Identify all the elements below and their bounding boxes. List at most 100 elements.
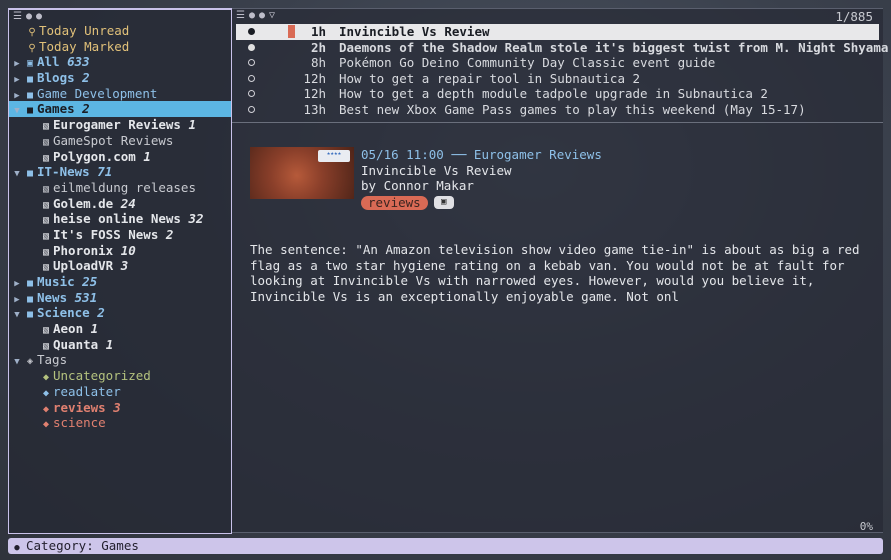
tree-item-label: Blogs	[37, 70, 75, 86]
article-row[interactable]: 13h Best new Xbox Game Pass games to play…	[236, 102, 879, 118]
status-text: Category: Games	[26, 538, 139, 553]
tree-item-label: Tags	[37, 352, 68, 368]
unread-count: 2	[165, 226, 174, 242]
article-meta: 05/16 11:00 ── Eurogamer Reviews Invinci…	[361, 147, 602, 211]
menu-icon[interactable]: ☰	[236, 10, 249, 21]
scroll-percent: 0%	[859, 520, 873, 533]
article-thumbnail: ★★★★	[250, 147, 354, 199]
tree-item-it-news[interactable]: ▼ ■ IT-News 71	[9, 164, 231, 180]
tree-item-tags[interactable]: ▼ ◈ Tags	[9, 352, 231, 368]
dot-icon: ●	[259, 10, 270, 21]
tree-item-label: Games	[37, 101, 75, 117]
article-row-title: Invincible Vs Review	[339, 24, 490, 39]
article-age: 2h	[310, 39, 326, 55]
feed-tree-pane[interactable]: ☰●● ⚲ Today Unread ⚲ Today Marked ▶ ▣ All 633 ▶…	[8, 8, 232, 534]
tree-item-label: Game Development	[37, 85, 158, 101]
tree-item-label: UploadVR	[53, 258, 114, 274]
unread-count: 25	[82, 274, 98, 289]
tag-icon: ◆	[42, 419, 50, 431]
article-counter: 1/885	[835, 9, 873, 24]
unread-count: 2	[82, 101, 90, 117]
tree-item-eilmeldung-releases[interactable]: ▧ eilmeldung releases	[9, 180, 231, 196]
tree-item-news[interactable]: ▶ ■ News 531	[9, 290, 231, 306]
tree-item-uploadvr[interactable]: ▧ UploadVR 3	[9, 258, 231, 274]
unread-count: 3	[120, 258, 129, 274]
menu-icon[interactable]: ☰	[13, 11, 26, 22]
tree-item-label: It's FOSS News	[53, 226, 159, 242]
tree-item-label: News	[37, 289, 68, 305]
tree-item-science[interactable]: ▼ ■ Science 2	[9, 305, 231, 321]
read-circle-icon	[248, 90, 255, 98]
article-row[interactable]: 8h Pokémon Go Deino Community Day Classic…	[236, 55, 879, 71]
article-title: Invincible Vs Review	[361, 162, 512, 178]
status-bar: ● Category: Games	[8, 538, 883, 554]
tree-item-gamespot-reviews[interactable]: ▧ GameSpot Reviews	[9, 133, 231, 149]
rating-badge: ★★★★	[318, 150, 350, 162]
tree-item-label: Phoronix	[53, 242, 114, 258]
tree-item-label: Music	[37, 274, 75, 289]
unread-count: 633	[67, 54, 90, 70]
tree-item-aeon[interactable]: ▧ Aeon 1	[9, 321, 231, 337]
article-feed[interactable]: Eurogamer Reviews	[474, 147, 602, 162]
unread-count: 32	[188, 211, 204, 227]
tree-item-label: Today Unread	[39, 23, 130, 38]
tree-item-today-marked[interactable]: ⚲ Today Marked	[9, 39, 231, 55]
unread-count: 10	[120, 242, 136, 258]
tree-item-polygon[interactable]: ▧ Polygon.com 1	[9, 149, 231, 165]
image-icon[interactable]: ▣	[433, 196, 454, 210]
tree-item-quanta[interactable]: ▧ Quanta 1	[9, 337, 231, 353]
marked-flag-icon	[288, 25, 295, 38]
article-row[interactable]: 1h Invincible Vs Review	[236, 24, 879, 40]
article-body: The sentence: "An Amazon television show…	[250, 242, 860, 305]
article-author: by Connor Makar	[361, 178, 474, 194]
tree-item-tag-uncategorized[interactable]: ◆ Uncategorized	[9, 368, 231, 384]
tree-item-music[interactable]: ▶ ■ Music 25	[9, 274, 231, 290]
tree-item-game-development[interactable]: ▶ ■ Game Development	[9, 86, 231, 102]
article-row[interactable]: 12h How to get a depth module tadpole upg…	[236, 86, 879, 102]
tree-item-tag-science[interactable]: ◆ science	[9, 415, 231, 431]
unread-count: 71	[97, 164, 113, 180]
tree-item-label: Science	[37, 305, 90, 321]
tree-item-tag-readlater[interactable]: ◆ readlater	[9, 384, 231, 400]
tree-item-its-foss[interactable]: ▧ It's FOSS News 2	[9, 227, 231, 243]
article-date: 05/16 11:00	[361, 147, 444, 162]
article-row-title: Best new Xbox Game Pass games to play th…	[339, 101, 806, 117]
tree-item-games[interactable]: ▼ ■ Games 2	[9, 101, 231, 118]
tree-item-tag-reviews[interactable]: ◆ reviews 3	[9, 400, 231, 416]
article-row-title: Pokémon Go Deino Community Day Classic e…	[339, 55, 716, 71]
tree-item-heise[interactable]: ▧ heise online News 32	[9, 211, 231, 227]
article-age: 8h	[310, 55, 326, 71]
tree-item-label: GameSpot Reviews	[53, 132, 174, 148]
tree-item-blogs[interactable]: ▶ ■ Blogs 2	[9, 70, 231, 86]
unread-count: 1	[143, 148, 151, 164]
tree-item-label: Aeon	[53, 321, 84, 337]
dot-icon: ●	[25, 11, 36, 22]
unread-count: 1	[188, 117, 196, 133]
tree-item-label: Polygon.com	[53, 148, 136, 164]
tree-item-label: Quanta	[53, 336, 99, 352]
tree-item-today-unread[interactable]: ⚲ Today Unread	[9, 23, 231, 39]
divider	[232, 122, 883, 123]
app-window: ☰●● ⚲ Today Unread ⚲ Today Marked ▶ ▣ All 633 ▶…	[0, 0, 891, 560]
article-row-title: How to get a repair tool in Subnautica 2	[339, 70, 641, 86]
tree-item-label: Eurogamer Reviews	[53, 117, 181, 133]
filter-icon[interactable]: ▽	[269, 10, 279, 21]
tree-item-all[interactable]: ▶ ▣ All 633	[9, 54, 231, 70]
tree-item-label: readlater	[53, 383, 121, 399]
read-circle-icon	[248, 74, 255, 82]
tree-item-label: eilmeldung releases	[53, 179, 196, 195]
article-row-title: How to get a depth module tadpole upgrad…	[339, 86, 768, 102]
list-toolbar: ☰●●▽	[236, 10, 279, 21]
article-age: 1h	[310, 24, 326, 39]
tree-item-label: science	[53, 415, 106, 431]
dot-icon: ●	[248, 10, 259, 21]
tree-item-eurogamer-reviews[interactable]: ▧ Eurogamer Reviews 1	[9, 117, 231, 133]
tree-item-label: Today Marked	[39, 38, 130, 54]
unread-count: 3	[113, 399, 121, 415]
tag-pill[interactable]: reviews	[361, 196, 428, 211]
article-row[interactable]: 2h Daemons of the Shadow Realm stole it's…	[236, 39, 888, 56]
article-row[interactable]: 12h How to get a repair tool in Subnautic…	[236, 71, 879, 87]
tree-item-golem[interactable]: ▧ Golem.de 24	[9, 196, 231, 212]
tree-item-phoronix[interactable]: ▧ Phoronix 10	[9, 243, 231, 259]
unread-dot-icon	[248, 43, 255, 51]
